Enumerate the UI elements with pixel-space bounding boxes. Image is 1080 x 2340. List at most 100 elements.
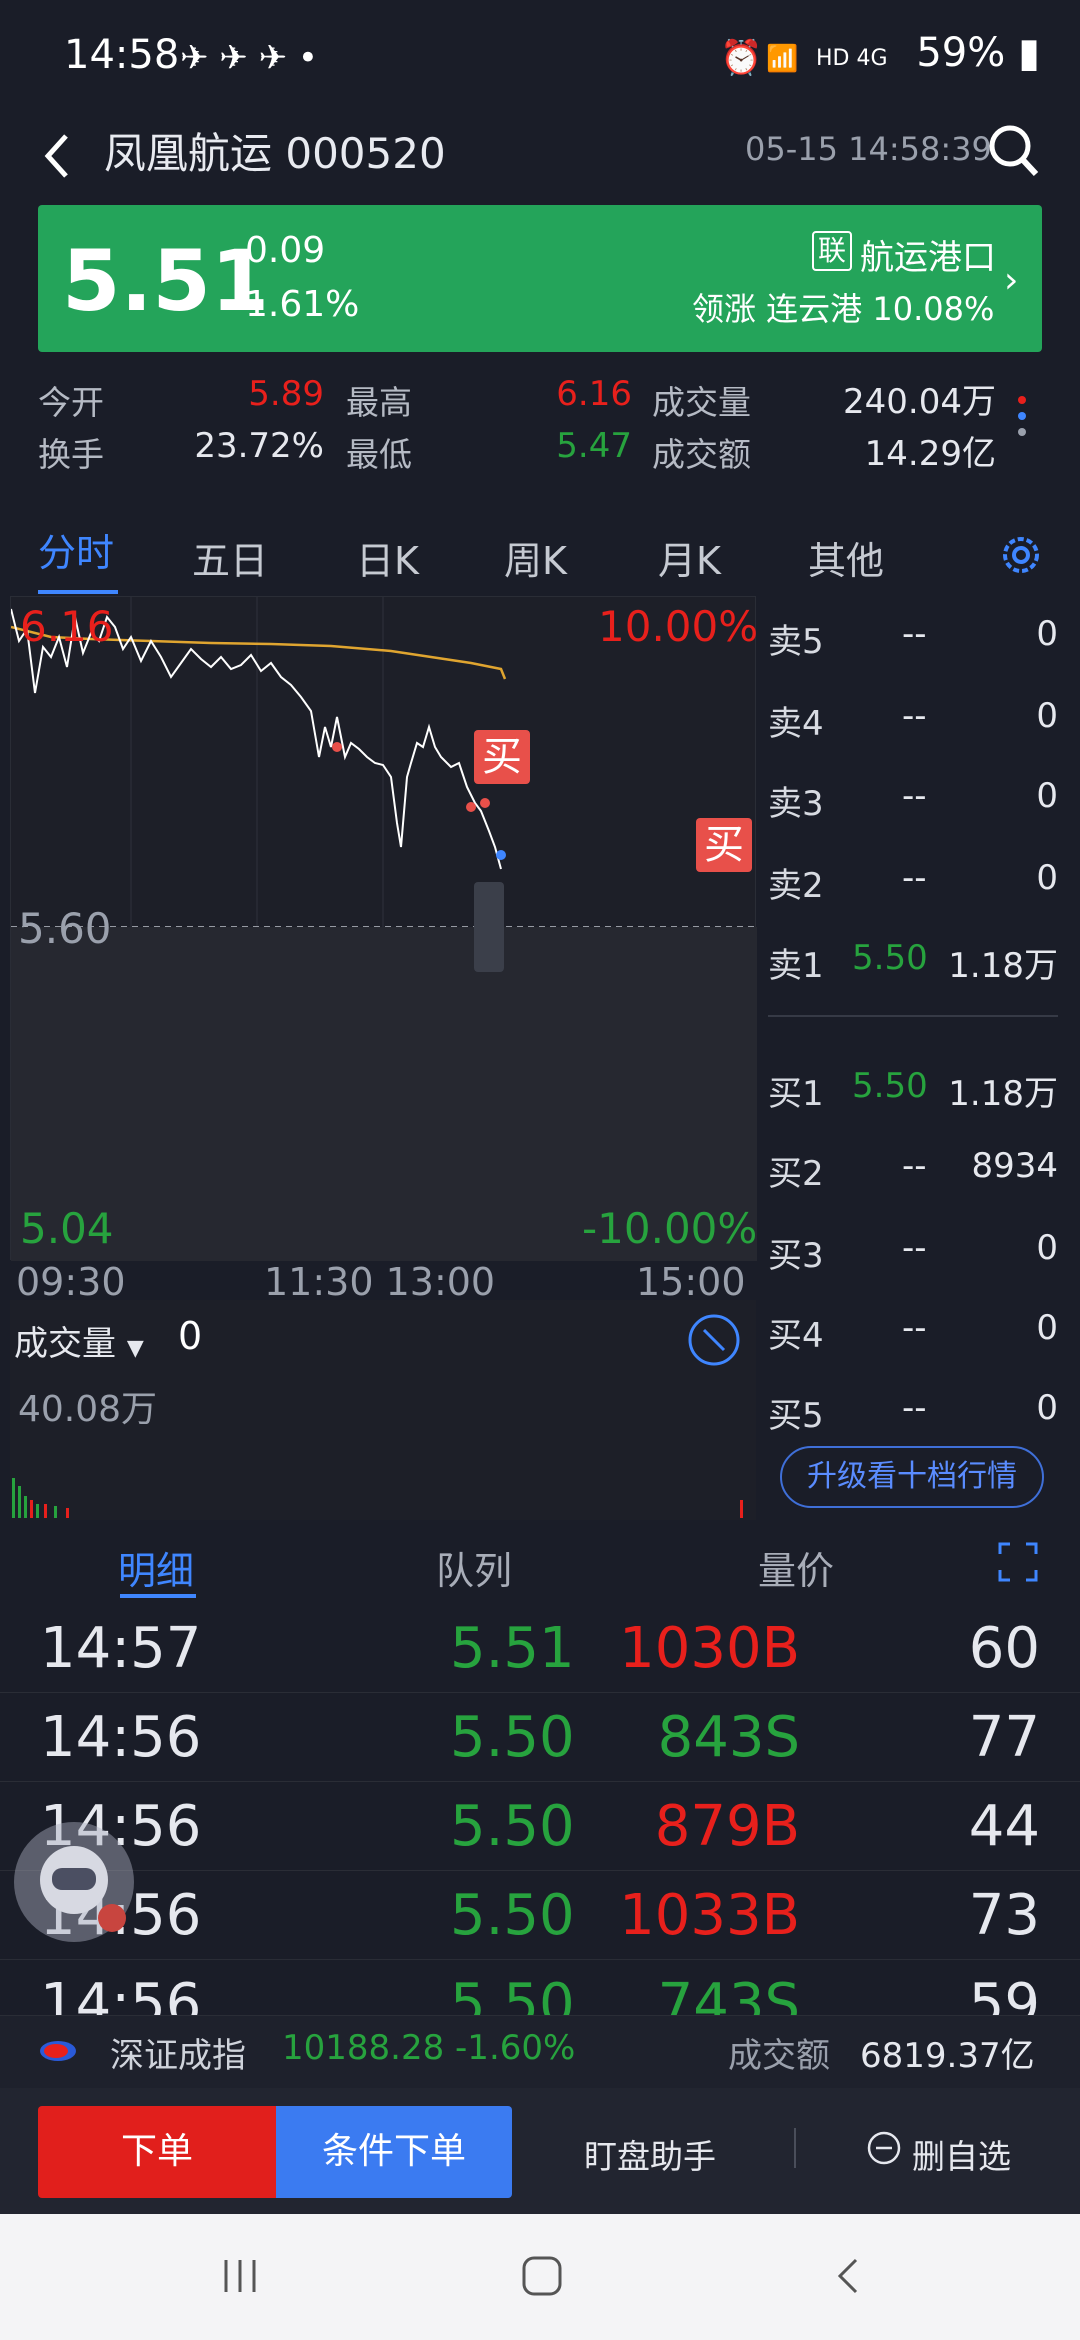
bid2-price: -- — [902, 1146, 927, 1186]
index-amount: 6819.37亿 — [860, 2036, 1035, 2076]
price-change-pct: -1.61% — [232, 284, 360, 325]
bid1-label: 买1 — [768, 1074, 824, 1114]
volume-selector[interactable]: 成交量 ▼ — [14, 1316, 144, 1365]
stat-label-turnover: 换手 — [38, 435, 104, 474]
robot-avatar-icon — [40, 1846, 126, 1932]
ask3-vol: 0 — [1036, 776, 1058, 816]
axis-time-open: 09:30 — [16, 1260, 126, 1304]
more-dots-icon[interactable] — [1012, 388, 1032, 448]
ask4-vol: 0 — [1036, 696, 1058, 736]
trade-volume: 843S — [657, 1705, 800, 1770]
stat-label-volume: 成交量 — [652, 383, 751, 422]
subtab-underline — [120, 1594, 196, 1598]
system-back-button[interactable] — [828, 2254, 872, 2298]
triangle-down-icon: ▼ — [126, 1336, 144, 1361]
watch-helper-button[interactable]: 盯盘助手 — [584, 2130, 716, 2178]
ask2-price: -- — [902, 858, 927, 898]
index-amount-label: 成交额 — [728, 2036, 830, 2076]
orderbook-divider — [768, 1015, 1058, 1017]
stat-value-turnover: 23.72% — [194, 426, 324, 466]
battery-percent: 59% — [916, 30, 1006, 76]
chart-scroll-handle[interactable] — [474, 882, 504, 972]
sector-name[interactable]: 航运港口 — [860, 230, 996, 279]
signal-icon: 📶 — [766, 44, 799, 74]
trade-time: 14:56 — [40, 1705, 202, 1770]
trade-row: 14:56 5.50 743S 59 — [0, 1960, 1080, 2016]
upgrade-level10-button[interactable]: 升级看十档行情 — [780, 1446, 1044, 1508]
home-icon — [522, 2256, 562, 2296]
trade-price: 5.51 — [450, 1616, 575, 1681]
trade-time: 14:57 — [40, 1616, 202, 1681]
ask5-vol: 0 — [1036, 614, 1058, 654]
sector-badge: 联 — [812, 231, 852, 271]
trade-price: 5.50 — [450, 1705, 575, 1770]
tab-volume-price[interactable]: 量价 — [758, 1540, 834, 1595]
bid5-label: 买5 — [768, 1396, 824, 1436]
search-button[interactable] — [984, 118, 1044, 182]
network-label: HD 4G — [816, 46, 888, 71]
stat-label-high: 最高 — [346, 383, 412, 422]
buy-marker-2[interactable]: 买 — [696, 818, 752, 872]
stat-value-low: 5.47 — [556, 426, 632, 466]
tab-other[interactable]: 其他 — [808, 530, 884, 585]
tab-five-day[interactable]: 五日 — [192, 530, 268, 585]
ask4-label: 卖4 — [768, 704, 824, 744]
chevron-left-icon — [44, 134, 68, 178]
trade-row: 14:56 5.50 1033B 73 — [0, 1871, 1080, 1960]
ask3-price: -- — [902, 776, 927, 816]
recent-apps-button[interactable] — [218, 2256, 262, 2296]
trade-volume: 743S — [657, 1972, 800, 2016]
ask1-price: 5.50 — [852, 938, 928, 978]
place-order-button[interactable]: 下单 — [38, 2106, 276, 2198]
trade-price: 5.50 — [450, 1972, 575, 2016]
back-button[interactable] — [36, 118, 96, 188]
stat-value-open: 5.89 — [248, 374, 324, 414]
chart-high-label: 6.16 — [20, 602, 114, 651]
intraday-chart[interactable] — [10, 596, 757, 1261]
back-arrow-icon — [837, 2258, 858, 2294]
ask5-label: 卖5 — [768, 622, 824, 662]
fullscreen-button[interactable] — [996, 1540, 1040, 1584]
stat-value-volume: 240.04万 — [843, 382, 996, 422]
stat-value-high: 6.16 — [556, 374, 632, 414]
trade-count: 73 — [968, 1883, 1040, 1948]
conditional-order-button[interactable]: 条件下单 — [276, 2106, 512, 2198]
expand-chart-button[interactable] — [686, 1312, 742, 1368]
trade-volume: 1030B — [619, 1616, 800, 1681]
buy-marker[interactable]: 买 — [474, 730, 530, 784]
trade-count: 44 — [968, 1794, 1040, 1859]
trade-price: 5.50 — [450, 1883, 575, 1948]
bid3-price: -- — [902, 1228, 927, 1268]
app-notification-icon: ✈ ✈ ✈ • — [180, 38, 318, 78]
chart-low-label: 5.04 — [20, 1204, 114, 1253]
home-button[interactable] — [520, 2254, 564, 2298]
tab-daily-k[interactable]: 日K — [356, 530, 419, 585]
tab-queue[interactable]: 队列 — [436, 1540, 512, 1595]
remove-watchlist-button[interactable]: 删自选 — [912, 2130, 1011, 2178]
tab-intraday[interactable]: 分时 — [38, 522, 114, 577]
ask5-price: -- — [902, 614, 927, 654]
ask2-label: 卖2 — [768, 866, 824, 906]
tab-weekly-k[interactable]: 周K — [504, 530, 567, 585]
chevron-right-icon[interactable]: › — [1004, 260, 1018, 301]
tab-monthly-k[interactable]: 月K — [658, 530, 721, 585]
search-icon — [989, 125, 1039, 177]
ask4-price: -- — [902, 696, 927, 736]
bid2-vol: 8934 — [971, 1146, 1058, 1186]
stock-title: 凤凰航运 000520 — [104, 129, 446, 178]
bid4-vol: 0 — [1036, 1308, 1058, 1348]
trade-volume: 1033B — [619, 1883, 800, 1948]
settings-button[interactable] — [996, 530, 1046, 580]
chart-low-pct: -10.00% — [582, 1204, 758, 1253]
trade-row: 14:56 5.50 879B 44 — [0, 1782, 1080, 1871]
bid2-label: 买2 — [768, 1154, 824, 1194]
bid5-vol: 0 — [1036, 1388, 1058, 1428]
gear-icon — [1003, 537, 1039, 573]
stat-value-amount: 14.29亿 — [864, 434, 996, 474]
stat-label-amount: 成交额 — [652, 435, 751, 474]
volume-label: 成交量 — [14, 1324, 116, 1364]
bid3-vol: 0 — [1036, 1228, 1058, 1268]
tab-detail[interactable]: 明细 — [118, 1540, 194, 1595]
assistant-float-button[interactable] — [14, 1822, 134, 1942]
trade-volume: 879B — [654, 1794, 800, 1859]
